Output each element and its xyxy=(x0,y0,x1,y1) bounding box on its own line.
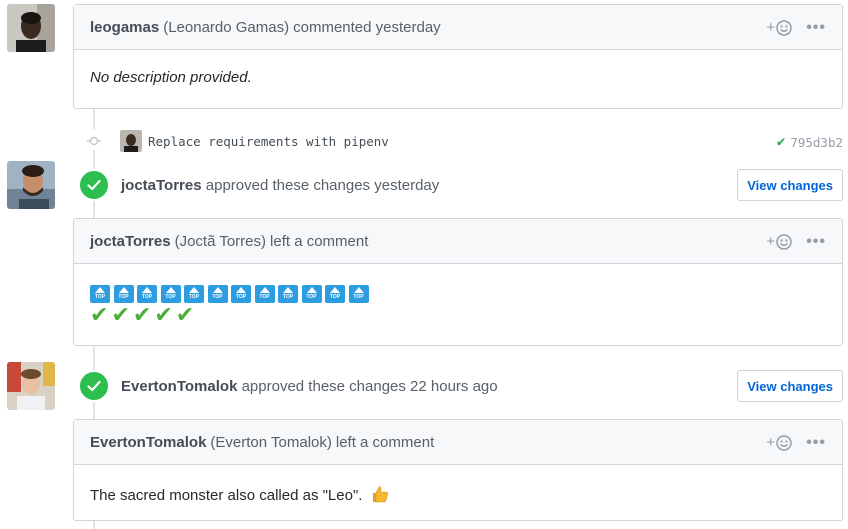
comment-text: No description provided. xyxy=(90,69,252,86)
top-emoji-icon: TOP xyxy=(90,285,110,303)
check-mark-emoji-icon: ✔ xyxy=(132,302,152,327)
timeline-line-3 xyxy=(93,200,95,218)
smiley-icon xyxy=(776,434,792,451)
view-changes-button[interactable]: View changes xyxy=(737,169,843,201)
check-mark-emoji-icon: ✔ xyxy=(175,302,195,327)
review-evertontomalok: EvertonTomalok approved these changes 22… xyxy=(79,370,843,402)
avatar-joctatorres[interactable] xyxy=(7,161,55,209)
check-emoji-row: ✔ ✔ ✔ ✔ ✔ xyxy=(90,302,826,327)
comment-author[interactable]: leogamas xyxy=(90,19,159,36)
top-emoji-icon: TOP xyxy=(325,285,345,303)
top-emoji-icon: TOP xyxy=(278,285,298,303)
top-emoji-icon: TOP xyxy=(254,285,275,303)
more-options-icon[interactable]: ••• xyxy=(806,19,826,37)
comment-header: EvertonTomalok (Everton Tomalok) left a … xyxy=(74,420,842,465)
check-mark-emoji-icon: ✔ xyxy=(154,302,173,327)
comment-text: The sacred monster also called as "Leo". xyxy=(90,487,363,504)
comment-header: joctaTorres (Joctã Torres) left a commen… xyxy=(74,219,842,264)
top-emoji-icon: TOP xyxy=(113,285,134,303)
top-emoji-icon: TOP xyxy=(231,285,251,303)
check-mark-emoji-icon: ✔ xyxy=(111,302,130,327)
commit-sha[interactable]: 795d3b2 xyxy=(790,135,843,150)
comment-body: The sacred monster also called as "Leo". xyxy=(74,465,842,504)
add-reaction-button[interactable]: + xyxy=(766,434,792,451)
review-status: approved these changes yesterday xyxy=(205,176,440,194)
review-text: EvertonTomalok approved these changes 22… xyxy=(121,378,498,395)
avatar-evertontomalok[interactable] xyxy=(7,362,55,410)
commit-icon xyxy=(87,136,101,146)
comment-evertontomalok: EvertonTomalok (Everton Tomalok) left a … xyxy=(73,419,843,521)
review-author[interactable]: EvertonTomalok xyxy=(121,378,237,395)
review-author[interactable]: joctaTorres xyxy=(121,177,202,194)
top-emoji-icon: TOP xyxy=(137,285,157,303)
smiley-icon xyxy=(776,19,792,36)
timeline-line-4 xyxy=(93,346,95,370)
commit-message[interactable]: Replace requirements with pipenv xyxy=(148,134,389,149)
comment-full-name: (Joctã Torres) xyxy=(174,232,267,250)
comment-actions: + ••• xyxy=(766,420,826,465)
smiley-icon xyxy=(776,233,792,250)
comment-body: TOP TOP TOP TOP TOP TOP TOP TOP TOP TOP TOP TOP ✔ ✔ ✔… xyxy=(74,264,842,327)
avatar-leogamas[interactable] xyxy=(7,4,55,52)
comment-author[interactable]: EvertonTomalok xyxy=(90,434,206,451)
add-reaction-button[interactable]: + xyxy=(766,233,792,250)
top-emoji-icon: TOP xyxy=(348,285,369,303)
add-reaction-button[interactable]: + xyxy=(766,19,792,36)
comment-full-name: (Everton Tomalok) xyxy=(210,433,332,451)
review-status[interactable]: approved these changes 22 hours ago xyxy=(242,378,498,395)
comment-action: left a comment xyxy=(335,433,435,451)
top-emoji-row: TOP TOP TOP TOP TOP TOP TOP TOP TOP TOP TOP TOP xyxy=(90,285,826,303)
review-text: joctaTorres approved these changes yeste… xyxy=(121,177,439,194)
timeline-line-6 xyxy=(93,520,95,529)
comment-action[interactable]: commented yesterday xyxy=(293,19,441,36)
comment-full-name: (Leonardo Gamas) xyxy=(163,18,290,36)
check-icon xyxy=(87,179,101,191)
top-emoji-icon: TOP xyxy=(207,285,228,303)
more-options-icon[interactable]: ••• xyxy=(806,434,826,452)
commit-author-avatar[interactable] xyxy=(120,130,142,152)
top-emoji-icon: TOP xyxy=(301,285,322,303)
commit-sha-area: ✔ 795d3b2 xyxy=(777,134,843,150)
approved-badge xyxy=(79,170,109,200)
check-icon[interactable]: ✔ xyxy=(777,134,785,150)
thumbs-up-icon xyxy=(372,486,388,503)
top-emoji-icon: TOP xyxy=(160,285,181,303)
check-icon xyxy=(87,380,101,392)
review-joctatorres: joctaTorres approved these changes yeste… xyxy=(79,169,843,201)
comment-joctatorres: joctaTorres (Joctã Torres) left a commen… xyxy=(73,218,843,346)
view-changes-button[interactable]: View changes xyxy=(737,370,843,402)
comment-body: No description provided. xyxy=(74,50,842,86)
check-mark-emoji-icon: ✔ xyxy=(90,302,109,327)
comment-author[interactable]: joctaTorres xyxy=(90,233,171,250)
comment-leogamas: leogamas (Leonardo Gamas) commented yest… xyxy=(73,4,843,109)
comment-actions: + ••• xyxy=(766,5,826,50)
comment-action: left a comment xyxy=(270,232,369,250)
top-emoji-icon: TOP xyxy=(184,285,204,303)
commit-row: Replace requirements with pipenv ✔ 795d3… xyxy=(87,128,843,154)
comment-header: leogamas (Leonardo Gamas) commented yest… xyxy=(74,5,842,50)
more-options-icon[interactable]: ••• xyxy=(806,233,826,251)
timeline-line-1 xyxy=(93,109,95,129)
timeline-line-5 xyxy=(93,400,95,420)
approved-badge xyxy=(79,371,109,401)
comment-actions: + ••• xyxy=(766,219,826,264)
